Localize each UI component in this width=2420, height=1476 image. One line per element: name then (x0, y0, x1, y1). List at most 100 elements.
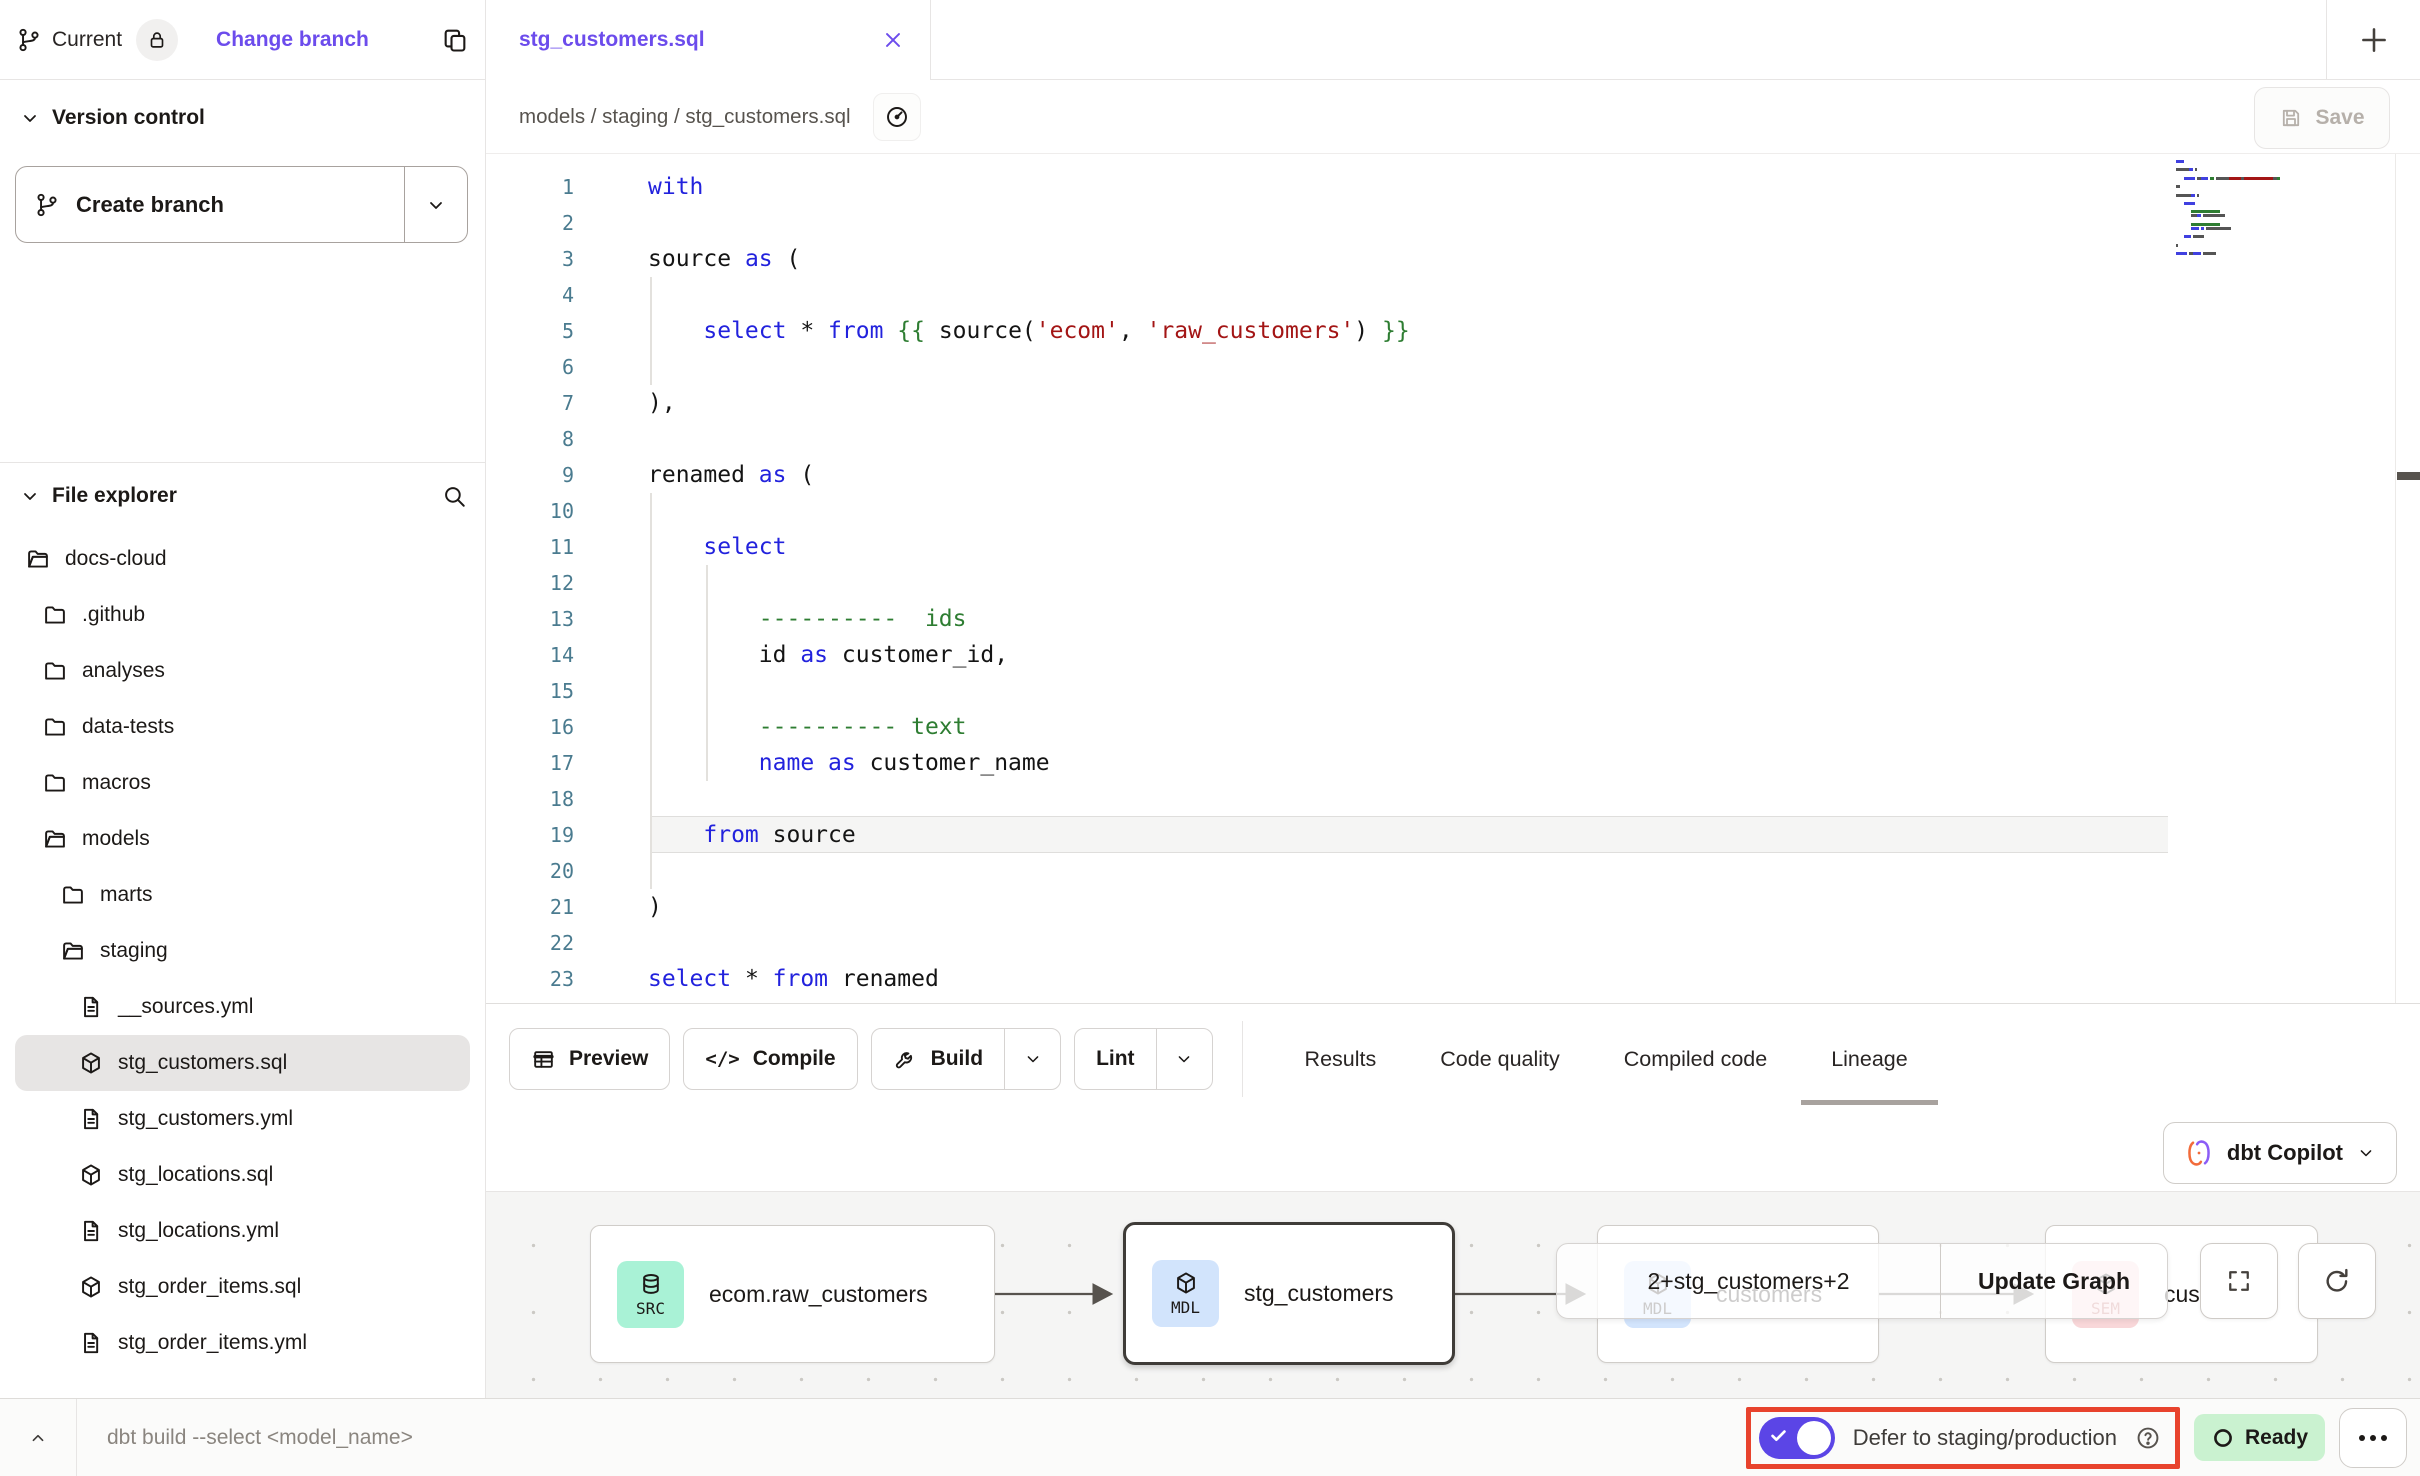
branch-lock-chip (136, 19, 178, 61)
folder-icon (42, 658, 68, 684)
lint-dropdown[interactable] (1156, 1029, 1212, 1089)
file-explorer-collapse-icon[interactable] (18, 484, 42, 508)
chevron-down-icon (1023, 1049, 1043, 1069)
tree-item-label: docs-cloud (65, 547, 167, 571)
chevron-down-icon (2356, 1143, 2376, 1163)
file-icon (78, 1218, 104, 1244)
tree-item-label: macros (82, 771, 151, 795)
preview-button[interactable]: Preview (509, 1028, 670, 1090)
file-explorer-section: File explorer docs-cloud.githubanalysesd… (0, 462, 485, 1398)
tree-item-stg-customers-yml[interactable]: stg_customers.yml (15, 1091, 470, 1147)
code-line-6: 6 (486, 349, 2420, 385)
lint-button[interactable]: Lint (1074, 1028, 1212, 1090)
tree-item-staging[interactable]: staging (15, 923, 470, 979)
create-branch-button[interactable]: Create branch (15, 166, 468, 243)
toggle-knob (1797, 1421, 1831, 1455)
version-control-collapse-icon[interactable] (18, 106, 42, 130)
model-performance-button[interactable] (873, 93, 921, 141)
tree-item-docs-cloud[interactable]: docs-cloud (15, 531, 470, 587)
tab-code-quality[interactable]: Code quality (1440, 1004, 1560, 1114)
tree-item-data-tests[interactable]: data-tests (15, 699, 470, 755)
create-branch-dropdown[interactable] (405, 167, 467, 242)
code-line-7: 7), (486, 385, 2420, 421)
refresh-graph-button[interactable] (2298, 1243, 2376, 1319)
db-icon (638, 1271, 664, 1297)
breadcrumb: models / staging / stg_customers.sql (519, 105, 851, 129)
copy-branch-icon[interactable] (441, 26, 469, 54)
tree-item-stg-customers-sql[interactable]: stg_customers.sql (15, 1035, 470, 1091)
file-icon (78, 1106, 104, 1132)
bottom-panel: Preview </>Compile Build Lint ResultsCod (486, 1003, 2420, 1398)
git-branch-icon (16, 27, 42, 53)
code-line-16: 16 ---------- text (486, 709, 2420, 745)
collapse-panel-button[interactable] (0, 1399, 77, 1476)
lineage-filter-bar: 2+stg_customers+2 Update Graph (1556, 1243, 2168, 1319)
code-lines: 1with23source as (45 select * from {{ so… (486, 169, 2420, 1003)
tab-lineage[interactable]: Lineage (1831, 1004, 1908, 1114)
ready-label: Ready (2245, 1426, 2308, 1450)
chevron-down-icon (424, 193, 448, 217)
node-label: stg_customers (1244, 1280, 1394, 1307)
tree-item--sources-yml[interactable]: __sources.yml (15, 979, 470, 1035)
tab-stg-customers-sql[interactable]: stg_customers.sql (486, 0, 931, 80)
new-tab-button[interactable] (2327, 0, 2420, 79)
build-dropdown[interactable] (1004, 1029, 1060, 1089)
code-line-21: 21) (486, 889, 2420, 925)
tree-item-stg-locations-sql[interactable]: stg_locations.sql (15, 1147, 470, 1203)
dbt-copilot-button[interactable]: dbt Copilot (2163, 1122, 2397, 1184)
command-input[interactable]: dbt build --select <model_name> (107, 1426, 1746, 1450)
tree-item-macros[interactable]: macros (15, 755, 470, 811)
more-options-button[interactable] (2339, 1408, 2407, 1468)
search-icon[interactable] (441, 483, 467, 509)
tree-item-label: models (82, 827, 150, 851)
tree-item-label: data-tests (82, 715, 174, 739)
lineage-node-ecom-raw-customers[interactable]: SRCecom.raw_customers (590, 1225, 995, 1363)
tree-item--github[interactable]: .github (15, 587, 470, 643)
gauge-icon (884, 104, 910, 130)
file-icon (78, 994, 104, 1020)
tree-item-stg-order-items-yml[interactable]: stg_order_items.yml (15, 1315, 470, 1371)
build-button[interactable]: Build (871, 1028, 1062, 1090)
help-icon[interactable] (2135, 1425, 2161, 1451)
tree-item-label: marts (100, 883, 153, 907)
update-graph-button[interactable]: Update Graph (1941, 1244, 2167, 1318)
tree-item-stg-order-items-sql[interactable]: stg_order_items.sql (15, 1259, 470, 1315)
tree-item-marts[interactable]: marts (15, 867, 470, 923)
copilot-row: dbt Copilot (486, 1114, 2420, 1191)
tab-compiled-code[interactable]: Compiled code (1624, 1004, 1767, 1114)
node-label: ecom.raw_customers (709, 1281, 928, 1308)
change-branch-link[interactable]: Change branch (216, 28, 369, 52)
lineage-node-stg-customers[interactable]: MDLstg_customers (1123, 1222, 1455, 1365)
lock-icon (146, 29, 168, 51)
code-line-2: 2 (486, 205, 2420, 241)
editor-minimap[interactable] (2176, 160, 2292, 261)
tree-item-models[interactable]: models (15, 811, 470, 867)
toolbar-divider (1242, 1021, 1243, 1097)
lineage-graph[interactable]: SRCecom.raw_customersMDLstg_customersMDL… (486, 1191, 2420, 1398)
folder-icon (42, 770, 68, 796)
code-line-12: 12 (486, 565, 2420, 601)
tree-item-analyses[interactable]: analyses (15, 643, 470, 699)
compile-button[interactable]: </>Compile (683, 1028, 857, 1090)
breadcrumb-row: models / staging / stg_customers.sql Sav… (486, 80, 2420, 154)
code-line-14: 14 id as customer_id, (486, 637, 2420, 673)
lineage-filter-input[interactable]: 2+stg_customers+2 (1557, 1244, 1941, 1318)
tree-item-stg-locations-yml[interactable]: stg_locations.yml (15, 1203, 470, 1259)
defer-toggle-label: Defer to staging/production (1853, 1425, 2117, 1451)
code-line-20: 20 (486, 853, 2420, 889)
file-tree: docs-cloud .githubanalyses data-tests macro… (0, 531, 485, 1371)
close-tab-icon[interactable] (880, 27, 906, 53)
folder-icon (60, 882, 86, 908)
tree-item-label: stg_customers.yml (118, 1107, 293, 1131)
save-button[interactable]: Save (2254, 87, 2390, 149)
fullscreen-button[interactable] (2200, 1243, 2278, 1319)
active-tab-underline (1801, 1100, 1938, 1105)
defer-toggle[interactable] (1759, 1417, 1835, 1459)
tab-title: stg_customers.sql (519, 28, 880, 52)
code-editor[interactable]: 1with23source as (45 select * from {{ so… (486, 154, 2420, 1003)
branch-header: Current Change branch (0, 0, 485, 80)
tab-results[interactable]: Results (1305, 1004, 1377, 1114)
dbt-copilot-icon (2184, 1138, 2214, 1168)
git-branch-icon (34, 192, 60, 218)
save-icon (2279, 106, 2303, 130)
